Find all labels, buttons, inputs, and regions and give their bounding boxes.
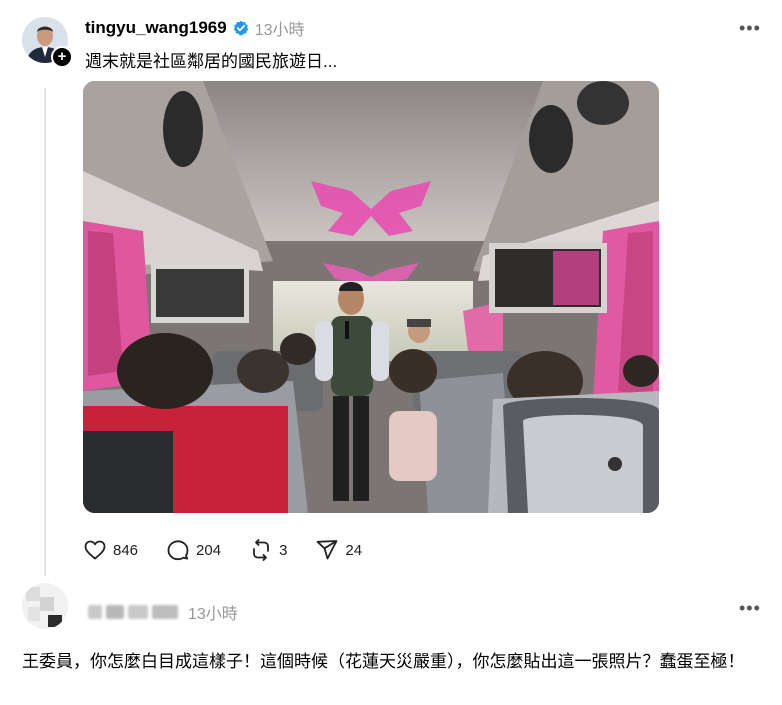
post-header: tingyu_wang1969 13小時 bbox=[85, 16, 305, 40]
share-count: 24 bbox=[345, 541, 363, 559]
post-image[interactable] bbox=[83, 81, 659, 513]
more-horizontal-icon[interactable]: ••• bbox=[739, 598, 761, 619]
repost-icon bbox=[253, 539, 269, 561]
reply-timestamp: 13小時 bbox=[188, 606, 238, 623]
comment-icon bbox=[167, 540, 189, 561]
username[interactable]: tingyu_wang1969 bbox=[85, 18, 227, 38]
verified-badge-icon bbox=[233, 20, 248, 36]
bus-interior-photo bbox=[83, 81, 659, 513]
post-actions: 846 204 3 24 bbox=[83, 538, 390, 562]
comment-count: 204 bbox=[196, 541, 222, 559]
follow-plus-icon[interactable]: + bbox=[51, 46, 73, 68]
comment-button[interactable]: 204 bbox=[166, 538, 221, 562]
post-text: 週末就是社區鄰居的國民旅遊日... bbox=[85, 52, 338, 71]
repost-count: 3 bbox=[279, 541, 288, 559]
share-button[interactable]: 24 bbox=[315, 538, 362, 562]
reply-text: 王委員，你怎麼白目成這樣子！這個時候（花蓮天災嚴重），你怎麼貼出這一張照片？蠢蛋… bbox=[22, 652, 745, 671]
thread-line bbox=[44, 88, 46, 576]
send-icon bbox=[317, 540, 338, 560]
post-timestamp: 13小時 bbox=[254, 22, 305, 39]
more-horizontal-icon[interactable]: ••• bbox=[739, 18, 761, 39]
like-button[interactable]: 846 bbox=[83, 538, 138, 562]
repost-button[interactable]: 3 bbox=[249, 538, 287, 562]
reply-avatar[interactable] bbox=[22, 583, 68, 629]
heart-icon bbox=[84, 540, 106, 560]
like-count: 846 bbox=[113, 541, 139, 559]
reply-username-redacted[interactable]: 13小時 bbox=[88, 600, 238, 624]
